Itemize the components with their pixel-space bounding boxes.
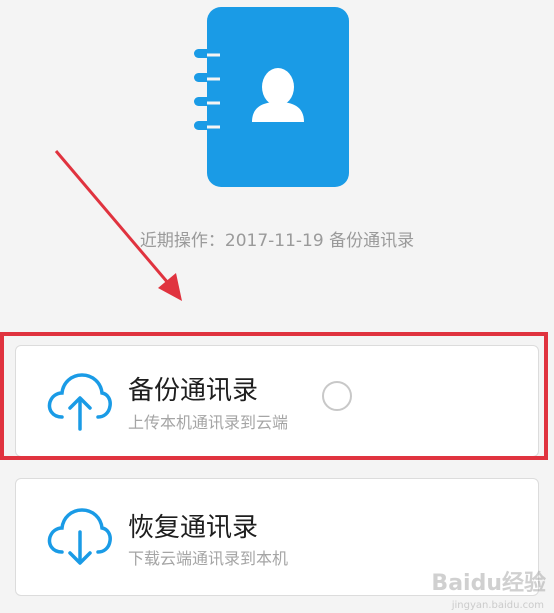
cloud-download-icon [47,508,112,565]
annotation-arrow [54,150,182,301]
baidu-watermark: Baidu经验 [431,571,546,596]
highlight-box [0,332,548,460]
contacts-book-icon [194,7,349,187]
baidu-watermark-url: jingyan.baidu.com [451,600,544,611]
restore-title: 恢复通讯录 [128,513,259,543]
restore-subtitle: 下载云端通讯录到本机 [128,549,289,568]
